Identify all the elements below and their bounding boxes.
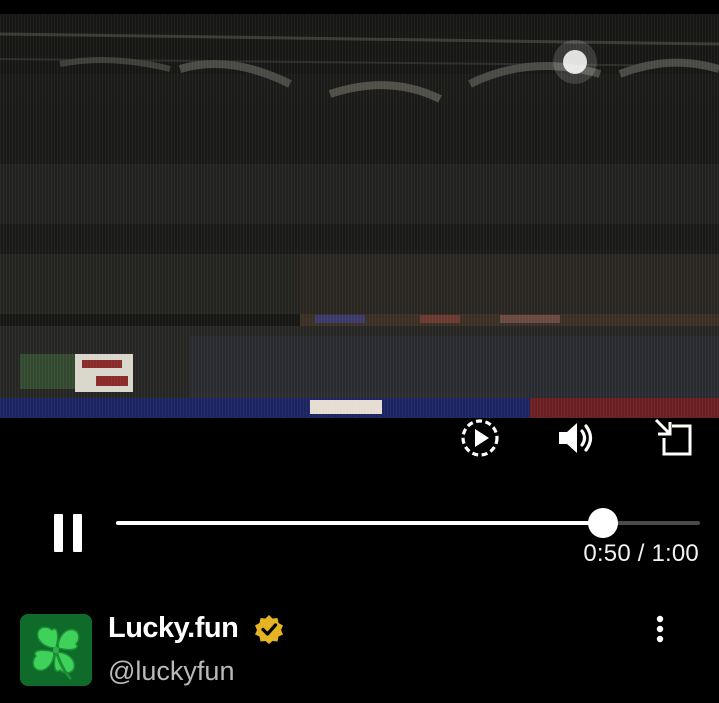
channel-avatar[interactable]: [20, 614, 92, 686]
pause-icon: [54, 514, 82, 552]
channel-info: Lucky.fun @luckyfun: [20, 612, 700, 688]
four-leaf-clover-icon: [20, 614, 92, 686]
pause-button[interactable]: [44, 509, 92, 557]
time-readout: 0:50 / 1:00: [583, 540, 699, 567]
picture-in-picture-icon[interactable]: [650, 418, 696, 458]
channel-name[interactable]: Lucky.fun: [108, 612, 239, 645]
progress-bar[interactable]: [116, 508, 700, 538]
volume-icon[interactable]: [553, 418, 599, 458]
video-controls-row: [0, 418, 719, 458]
stadium-scene: [0, 14, 719, 418]
progress-fill: [116, 521, 603, 525]
channel-handle[interactable]: @luckyfun: [108, 656, 234, 687]
progress-scrubber-handle[interactable]: [587, 508, 618, 538]
verified-badge-icon: [254, 614, 284, 644]
more-options-button[interactable]: [648, 612, 672, 646]
video-frame[interactable]: [0, 14, 719, 418]
more-vertical-icon: [656, 615, 664, 643]
replay-icon[interactable]: [457, 418, 503, 458]
